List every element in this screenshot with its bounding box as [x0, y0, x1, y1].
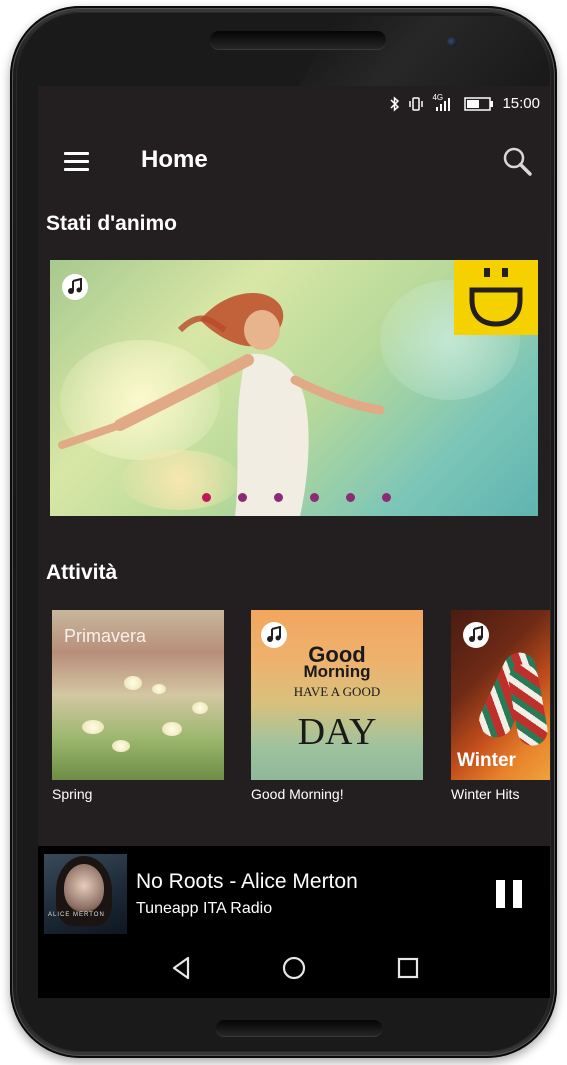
smiley-face-icon	[454, 260, 538, 335]
pause-icon[interactable]	[496, 880, 522, 908]
activity-thumb: Primavera	[52, 610, 224, 780]
activity-list: Primavera Spring Good Morning HAVE A GOO…	[38, 610, 550, 810]
station-name: Tuneapp ITA Radio	[136, 900, 273, 917]
bottom-speaker	[216, 1020, 382, 1036]
track-title: No Roots - Alice Merton	[136, 870, 358, 893]
sock-shape	[506, 662, 550, 748]
thumb-text: HAVE A GOOD	[293, 684, 381, 699]
music-note-icon	[463, 622, 489, 648]
flower-shape	[112, 740, 130, 752]
thumb-text: Winter	[457, 750, 516, 771]
carousel-dot[interactable]	[202, 493, 211, 502]
album-text: ALICE MERTON	[48, 912, 105, 918]
flower-shape	[124, 676, 142, 690]
thumb-text: Morning	[303, 662, 371, 681]
page-title: Home	[141, 146, 208, 173]
section-title-moods: Stati d'animo	[46, 212, 178, 235]
search-icon[interactable]	[500, 144, 534, 178]
top-speaker	[210, 31, 386, 49]
home-icon[interactable]	[280, 954, 308, 982]
activity-label: Winter Hits	[451, 786, 520, 802]
back-icon[interactable]	[168, 954, 196, 982]
activity-label: Good Morning!	[251, 786, 344, 802]
carousel-dot[interactable]	[382, 493, 391, 502]
recents-icon[interactable]	[394, 954, 422, 982]
signal-icon: 4G	[432, 93, 456, 112]
battery-icon	[464, 96, 494, 111]
flower-shape	[162, 722, 182, 736]
flower-shape	[82, 720, 104, 734]
phone-glare	[292, 16, 567, 96]
carousel-dot[interactable]	[346, 493, 355, 502]
status-bar: 4G 15:00	[38, 86, 550, 122]
app-bar: Home	[38, 134, 550, 190]
carousel-dot[interactable]	[310, 493, 319, 502]
thumb-text: Primavera	[64, 626, 147, 646]
hamburger-menu-icon[interactable]	[64, 152, 90, 174]
thumb-text: DAY	[297, 711, 377, 753]
system-nav-bar	[38, 938, 550, 998]
activity-card-winter-hits[interactable]: Winter Winter Hits	[451, 610, 550, 802]
flower-shape	[192, 702, 208, 714]
carousel-dot[interactable]	[238, 493, 247, 502]
vibrate-icon	[409, 96, 424, 111]
mood-banner-carousel[interactable]	[50, 260, 538, 516]
screen: 4G 15:00 Home Stati d'animo Attività Pri…	[38, 86, 550, 998]
section-title-activities: Attività	[46, 561, 118, 584]
flower-shape	[152, 684, 166, 694]
activity-card-good-morning[interactable]: Good Morning HAVE A GOOD DAY Good Mornin…	[251, 610, 423, 802]
bluetooth-icon	[390, 95, 400, 112]
activity-card-spring[interactable]: Primavera Spring	[52, 610, 224, 802]
activity-label: Spring	[52, 786, 93, 802]
status-time: 15:00	[502, 95, 540, 112]
mini-player[interactable]: ALICE MERTON No Roots - Alice Merton Tun…	[38, 846, 550, 938]
album-art: ALICE MERTON	[44, 854, 127, 934]
album-face	[64, 864, 104, 912]
activity-thumb: Winter	[451, 610, 550, 780]
carousel-dot[interactable]	[274, 493, 283, 502]
music-note-icon	[62, 274, 88, 300]
carousel-dots	[202, 493, 391, 502]
front-camera	[447, 37, 457, 47]
activity-thumb: Good Morning HAVE A GOOD DAY	[251, 610, 423, 780]
